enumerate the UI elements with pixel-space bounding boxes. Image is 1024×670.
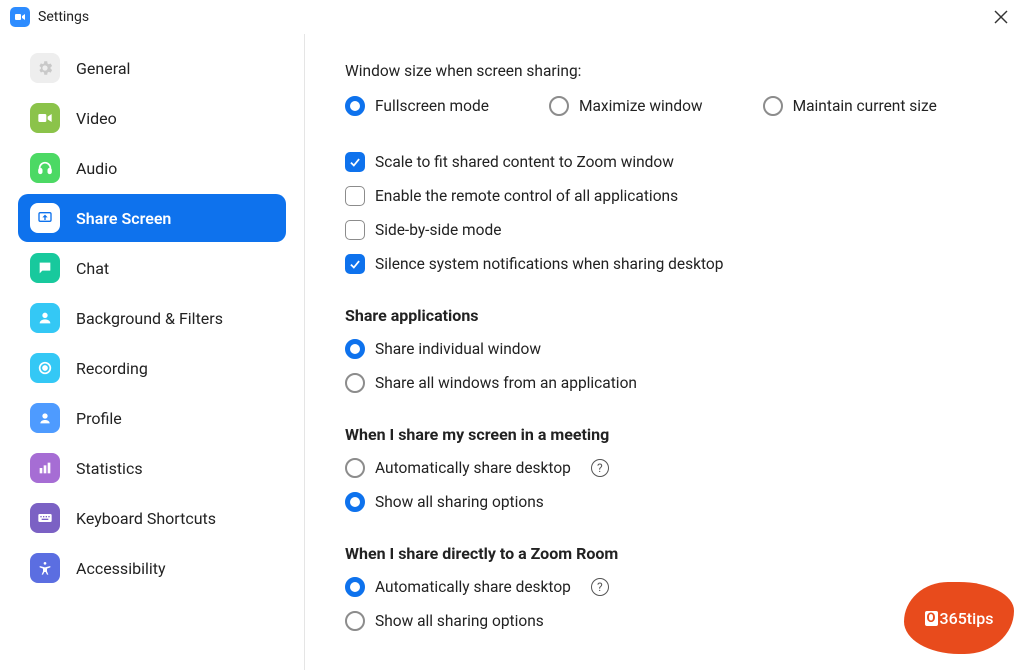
sidebar-item-label: Recording [76,359,148,378]
radio-maximize[interactable]: Maximize window [549,96,703,116]
sidebar-item-accessibility[interactable]: Accessibility [18,544,286,592]
app-icon [10,7,30,27]
headphones-icon [30,153,60,183]
radio-label: Share all windows from an application [375,374,637,392]
person-icon [30,303,60,333]
checkbox-icon [345,220,365,240]
radio-icon [345,611,365,631]
check-label: Enable the remote control of all applica… [375,187,678,205]
sidebar-item-profile[interactable]: Profile [18,394,286,442]
radio-label: Share individual window [375,340,541,358]
sidebar-item-label: Background & Filters [76,309,223,328]
radio-icon [345,492,365,512]
radio-maintain[interactable]: Maintain current size [763,96,937,116]
radio-icon [345,373,365,393]
radio-icon [345,339,365,359]
check-remote[interactable]: Enable the remote control of all applica… [345,186,984,206]
check-sidebyside[interactable]: Side-by-side mode [345,220,984,240]
video-icon [30,103,60,133]
help-icon[interactable]: ? [591,578,609,596]
gear-icon [30,53,60,83]
profile-icon [30,403,60,433]
check-silence[interactable]: Silence system notifications when sharin… [345,254,984,274]
zoomroom-heading: When I share directly to a Zoom Room [345,544,984,563]
accessibility-icon [30,553,60,583]
radio-label: Show all sharing options [375,612,544,630]
close-button[interactable] [990,6,1012,28]
sidebar-item-label: Chat [76,259,109,278]
sidebar-item-label: Video [76,109,117,128]
watermark-text: 365tips [940,609,994,628]
checkbox-icon [345,152,365,172]
check-label: Silence system notifications when sharin… [375,255,723,273]
window-size-label: Window size when screen sharing: [345,62,984,80]
radio-icon [345,458,365,478]
meeting-heading: When I share my screen in a meeting [345,425,984,444]
sidebar-item-audio[interactable]: Audio [18,144,286,192]
radio-icon [763,96,783,116]
titlebar: Settings [0,0,1024,34]
check-scale[interactable]: Scale to fit shared content to Zoom wind… [345,152,984,172]
sidebar-item-label: Share Screen [76,209,171,228]
check-label: Side-by-side mode [375,221,501,239]
sidebar-item-chat[interactable]: Chat [18,244,286,292]
checkbox-icon [345,186,365,206]
share-apps-heading: Share applications [345,306,984,325]
help-icon[interactable]: ? [591,459,609,477]
window-title: Settings [38,9,89,25]
sidebar-item-label: Profile [76,409,122,428]
sidebar-item-label: Keyboard Shortcuts [76,509,216,528]
checkbox-icon [345,254,365,274]
sidebar-item-label: Statistics [76,459,143,478]
radio-label: Automatically share desktop [375,578,571,596]
share-screen-icon [30,203,60,233]
sidebar-item-keyboard[interactable]: Keyboard Shortcuts [18,494,286,542]
watermark-prefix: O [925,611,938,626]
radio-label: Fullscreen mode [375,97,489,115]
radio-meeting-auto[interactable]: Automatically share desktop ? [345,458,984,478]
sidebar-item-recording[interactable]: Recording [18,344,286,392]
radio-label: Maximize window [579,97,703,115]
radio-icon [549,96,569,116]
sidebar-item-label: General [76,59,130,78]
radio-share-individual[interactable]: Share individual window [345,339,984,359]
radio-fullscreen[interactable]: Fullscreen mode [345,96,489,116]
check-label: Scale to fit shared content to Zoom wind… [375,153,674,171]
radio-share-all[interactable]: Share all windows from an application [345,373,984,393]
sidebar-item-statistics[interactable]: Statistics [18,444,286,492]
radio-icon [345,96,365,116]
content-pane: Window size when screen sharing: Fullscr… [305,34,1024,670]
sidebar-item-label: Audio [76,159,117,178]
sidebar-item-background[interactable]: Background & Filters [18,294,286,342]
radio-label: Automatically share desktop [375,459,571,477]
stats-icon [30,453,60,483]
sidebar-item-label: Accessibility [76,559,166,578]
sidebar: General Video Audio Share Screen Chat [0,34,305,670]
sidebar-item-share-screen[interactable]: Share Screen [18,194,286,242]
radio-label: Maintain current size [793,97,937,115]
radio-zoomroom-auto[interactable]: Automatically share desktop ? [345,577,984,597]
radio-label: Show all sharing options [375,493,544,511]
sidebar-item-video[interactable]: Video [18,94,286,142]
keyboard-icon [30,503,60,533]
radio-meeting-showall[interactable]: Show all sharing options [345,492,984,512]
radio-icon [345,577,365,597]
radio-zoomroom-showall[interactable]: Show all sharing options [345,611,984,631]
record-icon [30,353,60,383]
sidebar-item-general[interactable]: General [18,44,286,92]
chat-icon [30,253,60,283]
